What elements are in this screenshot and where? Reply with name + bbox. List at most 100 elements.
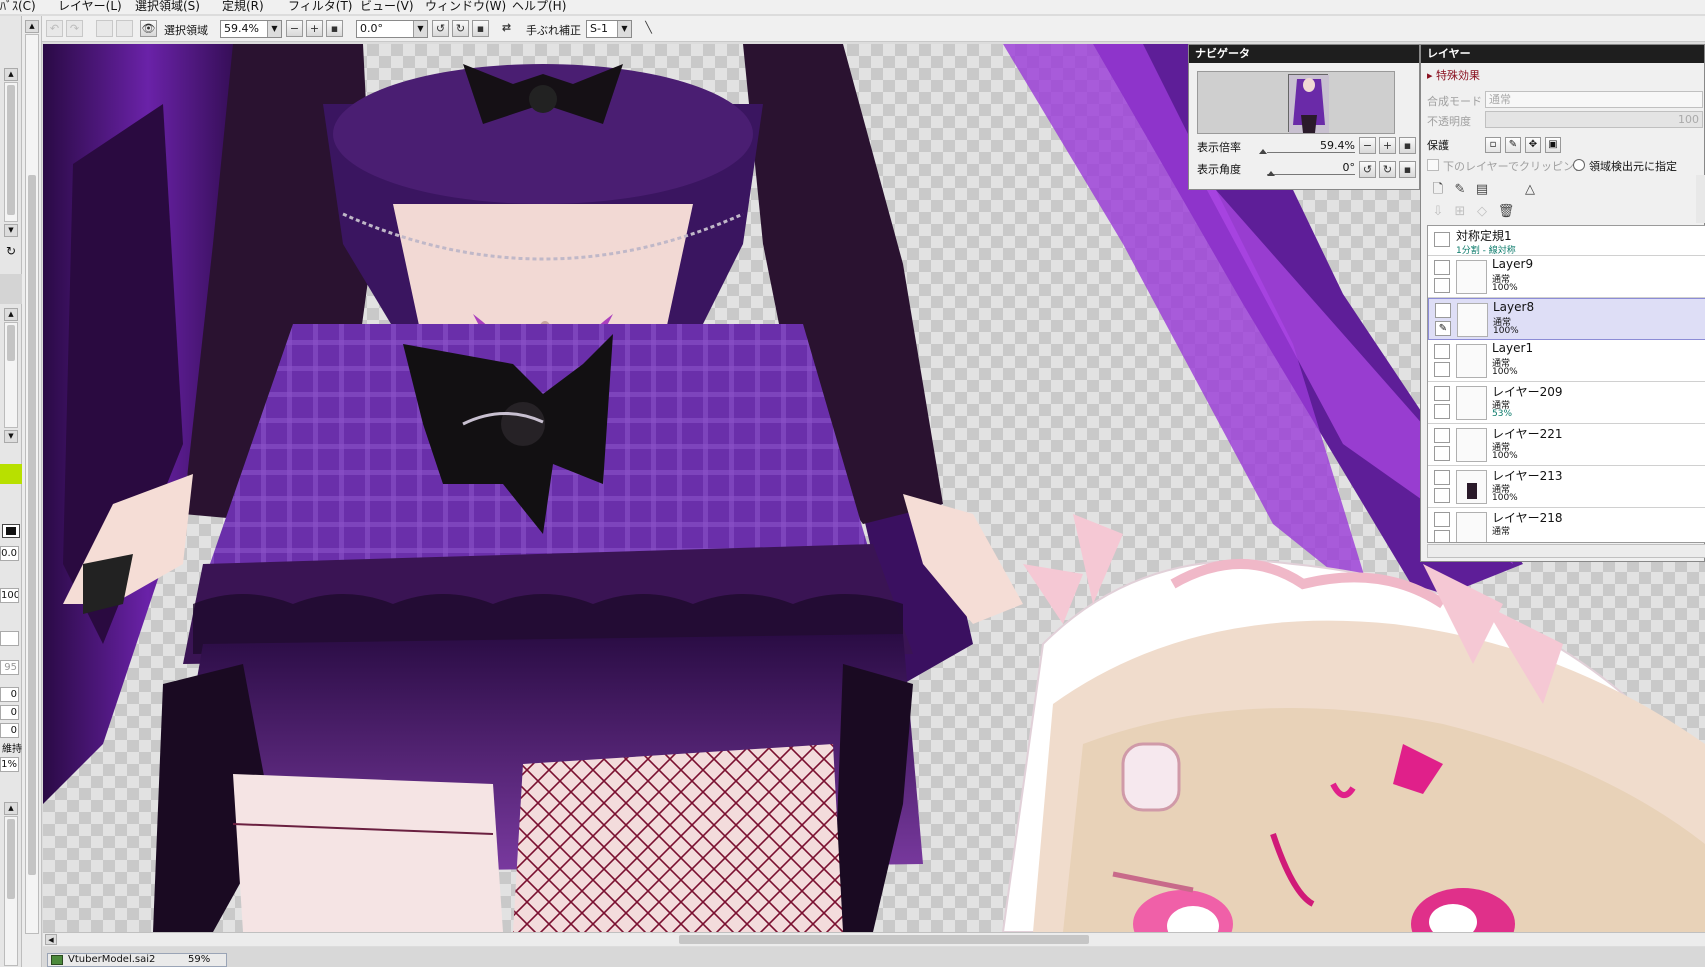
brush-param-value[interactable]: 95 <box>0 660 19 675</box>
canvas-horizontal-scrollbar[interactable]: ◀ <box>43 932 1705 946</box>
scroll-down-arrow[interactable]: ▼ <box>4 430 18 443</box>
layer-lock-checkbox[interactable] <box>1434 488 1450 503</box>
layer-row[interactable]: レイヤー218 通常 <box>1428 508 1705 542</box>
brush-empty-field[interactable] <box>0 631 19 646</box>
layer-visibility-checkbox[interactable] <box>1435 303 1451 318</box>
current-color-swatch[interactable] <box>0 464 22 484</box>
layer-row-ruler[interactable]: 対称定規1 1分割 - 線対称 <box>1428 226 1705 256</box>
undo-button[interactable]: ↶ <box>46 20 63 37</box>
scroll-thumb[interactable] <box>7 325 15 361</box>
effects-toggle[interactable]: ▸ 特殊効果 <box>1427 67 1480 83</box>
layer-visibility-checkbox[interactable] <box>1434 428 1450 443</box>
pencil-icon[interactable]: ✎ <box>1435 321 1451 336</box>
layer-list-horizontal-scrollbar[interactable] <box>1427 544 1705 558</box>
line-tool-icon[interactable]: ╲ <box>640 20 657 37</box>
delete-layer-icon[interactable]: 🗑 <box>1497 203 1515 221</box>
zoom-in-button[interactable]: + <box>1379 137 1396 154</box>
layer-lock-checkbox[interactable] <box>1434 446 1450 461</box>
layer-row[interactable]: Layer1 通常 100% <box>1428 340 1705 382</box>
scroll-left-arrow[interactable]: ◀ <box>45 934 57 945</box>
canvas-vertical-scrollbar[interactable] <box>25 34 39 934</box>
layer-row[interactable]: Layer9 通常 100% <box>1428 256 1705 298</box>
brush-param-value[interactable]: 0 <box>0 705 19 720</box>
layer-lock-checkbox[interactable] <box>1434 404 1450 419</box>
rotate-left-button[interactable]: ↺ <box>432 20 449 37</box>
scroll-thumb[interactable] <box>7 85 15 215</box>
scroll-thumb[interactable] <box>679 935 1089 944</box>
zoom-out-button[interactable]: − <box>286 20 303 37</box>
layer-visibility-checkbox[interactable] <box>1434 232 1450 247</box>
zoom-reset-button[interactable]: ▪ <box>326 20 343 37</box>
layer-row[interactable]: レイヤー213 通常 100% <box>1428 466 1705 508</box>
rotation-select[interactable]: 0.0° ▼ <box>356 20 428 38</box>
menu-item-ruler[interactable]: 定規(R) <box>222 0 264 14</box>
scroll-up-arrow[interactable]: ▲ <box>4 802 18 815</box>
select-all-button[interactable] <box>116 20 133 37</box>
brush-size-value[interactable]: 0.0 <box>0 546 19 561</box>
clear-layer-icon[interactable]: ◇ <box>1473 203 1491 221</box>
protect-move-icon[interactable]: ✥ <box>1525 137 1541 153</box>
tool-panel-scrollbar[interactable] <box>4 82 18 222</box>
stabilizer-select[interactable]: S-1 ▼ <box>586 20 632 38</box>
new-linework-layer-icon[interactable]: ✎ <box>1451 181 1469 199</box>
menu-item-layer[interactable]: レイヤー(L) <box>58 0 122 14</box>
brush-list-scrollbar[interactable] <box>4 322 18 428</box>
document-tab[interactable]: VtuberModel.sai2 59% <box>47 953 227 967</box>
merge-down-icon[interactable]: ⊞ <box>1451 203 1469 221</box>
layer-row-selected[interactable]: ✎ Layer8 通常 100% <box>1428 298 1705 340</box>
layer-visibility-checkbox[interactable] <box>1434 344 1450 359</box>
brush-density-value[interactable]: 100 <box>0 588 19 603</box>
rotate-left-button[interactable]: ↺ <box>1359 161 1376 178</box>
layer-visibility-checkbox[interactable] <box>1434 386 1450 401</box>
flip-horizontal-icon[interactable]: ⇄ <box>498 20 515 37</box>
scroll-up-arrow[interactable]: ▲ <box>4 68 18 81</box>
zoom-in-button[interactable]: + <box>306 20 323 37</box>
protect-paint-icon[interactable]: ✎ <box>1505 137 1521 153</box>
layer-lock-checkbox[interactable] <box>1434 530 1450 542</box>
layer-row[interactable]: レイヤー221 通常 100% <box>1428 424 1705 466</box>
brush-settings-scrollbar[interactable] <box>4 816 18 966</box>
brush-param-value[interactable]: 0 <box>0 687 19 702</box>
scroll-thumb[interactable] <box>7 819 15 899</box>
new-layer-icon[interactable]: 🗋 <box>1429 181 1447 199</box>
brush-param-value[interactable]: 1% <box>0 757 19 772</box>
navigator-zoom-slider[interactable] <box>1267 152 1355 153</box>
clip-checkbox[interactable] <box>1427 159 1439 171</box>
scroll-down-arrow[interactable]: ▼ <box>4 224 18 237</box>
layer-row[interactable]: レイヤー209 通常 53% <box>1428 382 1705 424</box>
rotate-right-button[interactable]: ↻ <box>452 20 469 37</box>
scroll-up-arrow[interactable]: ▲ <box>4 308 18 321</box>
region-source-radio[interactable] <box>1573 159 1585 171</box>
slider-knob[interactable] <box>1267 171 1275 176</box>
opacity-slider[interactable]: 100 <box>1485 111 1703 128</box>
menu-item-help[interactable]: ヘルプ(H) <box>512 0 566 14</box>
menu-item-path[interactable]: ﾊﾞｽ(C) <box>0 0 36 14</box>
redo-button[interactable]: ↷ <box>66 20 83 37</box>
menu-item-window[interactable]: ウィンドウ(W) <box>425 0 506 14</box>
rotate-tool-icon[interactable]: ↻ <box>0 244 22 258</box>
layer-lock-checkbox[interactable] <box>1434 278 1450 293</box>
scroll-up-arrow[interactable]: ▲ <box>25 20 39 33</box>
brush-param-value[interactable]: 0 <box>0 723 19 738</box>
layer-lock-checkbox[interactable] <box>1434 362 1450 377</box>
lock-icon[interactable]: ▣ <box>1545 137 1561 153</box>
layer-visibility-checkbox[interactable] <box>1434 512 1450 527</box>
tool-slot[interactable] <box>0 274 22 304</box>
zoom-reset-button[interactable]: ▪ <box>1399 137 1416 154</box>
layer-visibility-checkbox[interactable] <box>1434 260 1450 275</box>
navigator-preview[interactable] <box>1197 71 1395 134</box>
protect-transparency-icon[interactable]: ▫ <box>1485 137 1501 153</box>
new-folder-icon[interactable]: ▤ <box>1473 181 1491 199</box>
color-mode-icon[interactable] <box>2 524 20 538</box>
new-ruler-icon[interactable]: △ <box>1521 181 1539 199</box>
rotate-right-button[interactable]: ↻ <box>1379 161 1396 178</box>
menu-item-filter[interactable]: フィルタ(T) <box>288 0 352 14</box>
slider-knob[interactable] <box>1259 149 1267 154</box>
layer-visibility-checkbox[interactable] <box>1434 470 1450 485</box>
blend-mode-select[interactable]: 通常 <box>1485 91 1703 108</box>
eye-icon[interactable]: 👁 <box>140 20 157 37</box>
zoom-out-button[interactable]: − <box>1359 137 1376 154</box>
layer-list[interactable]: 対称定規1 1分割 - 線対称 Layer9 通常 100% ✎ Layer8 … <box>1427 225 1705 543</box>
rotate-reset-button[interactable]: ▪ <box>472 20 489 37</box>
navigator-angle-slider[interactable] <box>1267 174 1355 175</box>
